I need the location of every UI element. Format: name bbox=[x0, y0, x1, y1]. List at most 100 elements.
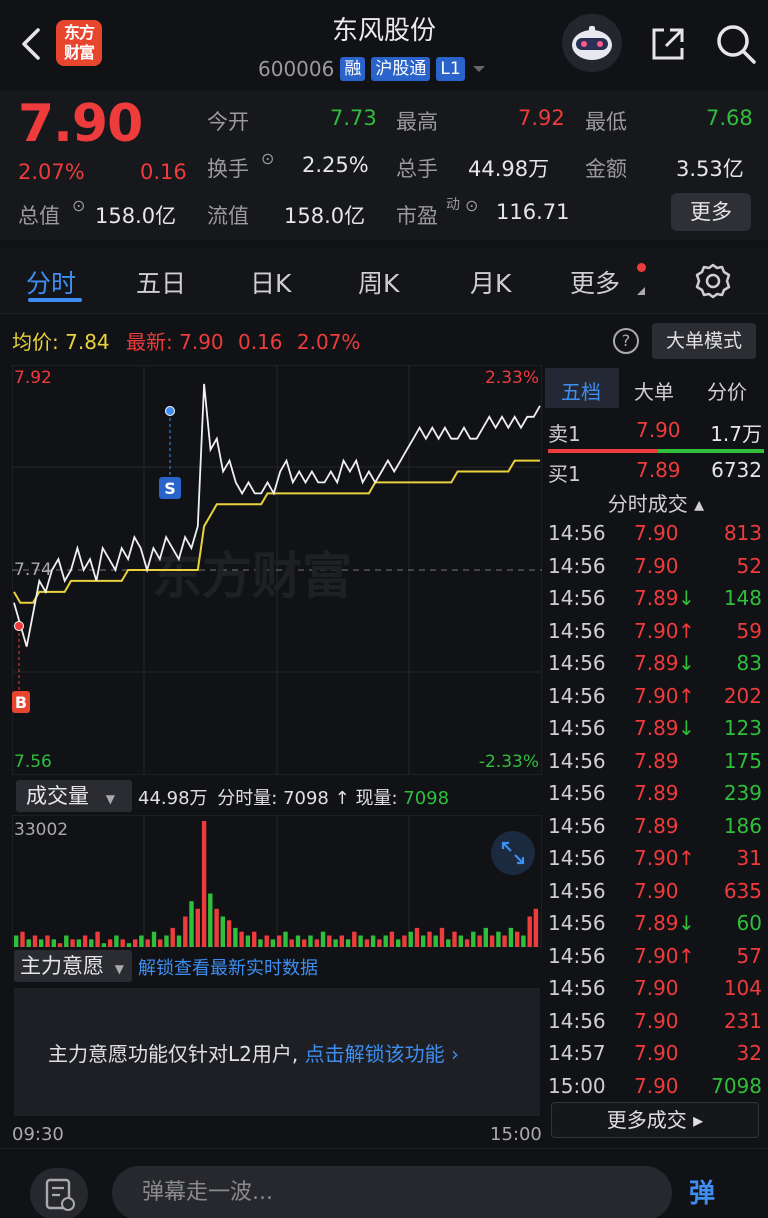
volume-indicator-select[interactable]: 成交量 ▼ bbox=[16, 780, 132, 812]
volume-bar bbox=[483, 927, 488, 947]
tab-week-k[interactable]: 周K bbox=[358, 264, 399, 300]
volume-bar bbox=[245, 935, 251, 947]
volume-bar bbox=[521, 935, 526, 947]
low-label: 最低 bbox=[585, 110, 627, 134]
trade-time: 14:56 bbox=[548, 878, 606, 903]
volume-bar bbox=[239, 931, 244, 947]
trade-row: 14:56 7.89 ↓ 123 bbox=[548, 716, 764, 748]
trade-volume: 31 bbox=[736, 846, 762, 870]
unlock-feature-link[interactable]: 点击解锁该功能 › bbox=[305, 1042, 459, 1066]
tag-margin: 融 bbox=[340, 57, 366, 81]
unlock-realtime-link[interactable]: 解锁查看最新实时数据 bbox=[138, 954, 318, 980]
volume-bar bbox=[158, 939, 163, 947]
tab-month-k[interactable]: 月K bbox=[470, 264, 511, 300]
volume-bar bbox=[39, 939, 44, 947]
volume-bar bbox=[352, 931, 357, 947]
tab-more[interactable]: 更多 bbox=[570, 264, 620, 300]
open-label: 今开 bbox=[207, 110, 249, 134]
sell-level-1[interactable]: 卖1 7.90 1.7万 bbox=[548, 418, 764, 450]
total-value-label: 总值 bbox=[18, 204, 60, 228]
tab-big-orders[interactable]: 大单 bbox=[634, 376, 674, 405]
sell1-volume: 1.7万 bbox=[710, 422, 762, 446]
trade-direction-icon: ↓ bbox=[678, 586, 695, 610]
trade-time: 14:56 bbox=[548, 748, 606, 773]
volume-bar bbox=[264, 935, 269, 947]
volume-bar bbox=[45, 935, 50, 947]
volume-bar bbox=[195, 908, 200, 947]
note-icon[interactable] bbox=[30, 1168, 88, 1218]
more-button[interactable]: 更多 bbox=[671, 193, 751, 231]
trade-volume: 7098 bbox=[711, 1073, 762, 1098]
trade-volume: 635 bbox=[723, 878, 762, 903]
volume-chart[interactable]: 33002 bbox=[12, 815, 542, 947]
volume-bar bbox=[471, 931, 476, 947]
volume-bar bbox=[433, 935, 438, 947]
trade-row: 14:56 7.89 ↓ 60 bbox=[548, 911, 764, 943]
trade-direction-icon: ↑ bbox=[678, 846, 695, 870]
time-start-label: 09:30 bbox=[12, 1124, 64, 1145]
help-icon[interactable]: ? bbox=[613, 328, 639, 354]
trade-time: 14:56 bbox=[548, 943, 606, 968]
volume-bar bbox=[327, 935, 332, 947]
more-trades-button[interactable]: 更多成交 ▸ bbox=[551, 1102, 759, 1138]
trade-price: 7.90 bbox=[634, 1073, 679, 1098]
volume-bar bbox=[145, 939, 150, 947]
trade-time: 14:56 bbox=[548, 553, 606, 578]
info-dots-icon[interactable]: ⊙ bbox=[465, 196, 478, 215]
time-end-label: 15:00 bbox=[490, 1124, 542, 1145]
danmu-toggle-button[interactable]: 弹 bbox=[680, 1172, 724, 1216]
volume-bar bbox=[333, 939, 338, 947]
main-intent-select[interactable]: 主力意愿 ▼ bbox=[14, 950, 132, 982]
volume-bar bbox=[489, 935, 495, 947]
amount-value: 3.53亿 bbox=[676, 157, 744, 181]
trade-time: 14:56 bbox=[548, 521, 606, 545]
tab-price-distribution[interactable]: 分价 bbox=[707, 376, 747, 405]
trade-time: 14:56 bbox=[548, 976, 606, 1000]
chevron-down-icon bbox=[472, 66, 485, 72]
volume-bars bbox=[14, 821, 539, 947]
volume-bar bbox=[533, 908, 539, 947]
pe-superscript: 动 bbox=[446, 197, 460, 213]
y-top-label: 7.92 bbox=[14, 368, 52, 388]
tab-five-day[interactable]: 五日 bbox=[136, 264, 186, 300]
trade-direction-icon: ↑ bbox=[678, 618, 695, 643]
trade-time: 15:00 bbox=[548, 1073, 606, 1098]
robot-assistant-icon[interactable] bbox=[562, 14, 622, 72]
danmu-input[interactable]: 弹幕走一波... bbox=[112, 1166, 672, 1218]
stock-code-row[interactable]: 600006 融 沪股通 L1 bbox=[258, 56, 487, 82]
tab-day-k[interactable]: 日K bbox=[250, 264, 291, 300]
trade-price: 7.90 bbox=[634, 846, 679, 870]
tab-five-levels[interactable]: 五档 bbox=[561, 376, 601, 405]
y-bottom-label: 7.56 bbox=[14, 752, 52, 772]
volume-bar bbox=[439, 927, 445, 947]
share-icon[interactable] bbox=[648, 24, 688, 64]
volume-bar bbox=[402, 935, 407, 947]
trade-volume: 52 bbox=[736, 553, 762, 578]
big-order-mode-button[interactable]: 大单模式 bbox=[652, 323, 756, 359]
volume-bar bbox=[208, 893, 213, 947]
trade-volume: 239 bbox=[723, 781, 762, 805]
trade-row: 14:56 7.89 ↓ 83 bbox=[548, 651, 764, 683]
trade-detail-header[interactable]: 分时成交 ▴ bbox=[548, 488, 764, 518]
trade-price: 7.90 bbox=[634, 1041, 679, 1065]
trade-volume: 104 bbox=[723, 976, 762, 1000]
volume-bar bbox=[220, 916, 225, 947]
volume-bar bbox=[308, 935, 313, 947]
volume-bar bbox=[214, 908, 219, 947]
corner-triangle-icon bbox=[637, 287, 645, 295]
info-dots-icon[interactable]: ⊙ bbox=[72, 196, 85, 215]
trade-price: 7.90 bbox=[634, 976, 679, 1000]
intraday-price-chart[interactable]: 东方财富 B S 7.92 7.74 7.56 2.33% -2.33% bbox=[12, 365, 542, 775]
info-dots-icon[interactable]: ⊙ bbox=[261, 149, 274, 168]
search-icon[interactable] bbox=[714, 22, 758, 66]
tab-intraday[interactable]: 分时 bbox=[26, 264, 76, 300]
volume-bar bbox=[427, 931, 432, 947]
pct-top-label: 2.33% bbox=[485, 368, 539, 388]
expand-button[interactable] bbox=[491, 831, 535, 875]
gear-icon[interactable] bbox=[694, 262, 732, 300]
buy-level-1[interactable]: 买1 7.89 6732 bbox=[548, 458, 764, 490]
trade-volume: 32 bbox=[736, 1041, 762, 1065]
volume-bar bbox=[358, 935, 363, 947]
trade-direction-icon: ↓ bbox=[678, 651, 695, 675]
tag-level: L1 bbox=[436, 57, 465, 81]
